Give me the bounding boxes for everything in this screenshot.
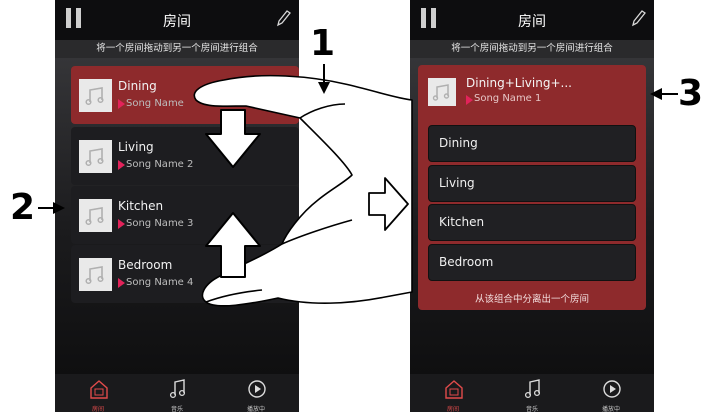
- play-indicator-icon: [118, 278, 125, 288]
- tab-now-playing[interactable]: 播放中: [221, 374, 291, 412]
- play-indicator-icon: [118, 160, 125, 170]
- song-name: Song Name: [126, 98, 184, 109]
- song-name: Song Name 1: [474, 93, 542, 104]
- separate-room-hint: 从该组合中分离出一个房间: [474, 294, 589, 305]
- page-title: 房间: [163, 14, 191, 30]
- bottom-tab-bar: 房间 音乐 播放中: [55, 374, 299, 412]
- transition-arrow-icon: [368, 177, 409, 231]
- play-indicator-icon: [466, 95, 473, 105]
- callout-number-1: 1: [310, 23, 336, 64]
- header-bar: 房间: [55, 0, 299, 40]
- room-card-dining[interactable]: Dining Song Name: [71, 66, 299, 124]
- song-name: Song Name 3: [126, 218, 194, 229]
- tab-label: 播放中: [246, 406, 265, 412]
- tab-now-playing[interactable]: 播放中: [576, 374, 646, 412]
- room-name: Bedroom: [118, 258, 173, 272]
- group-name: Dining+Living+...: [466, 76, 572, 90]
- callout-1-arrow-icon: [318, 64, 330, 94]
- tab-label: 房间: [91, 406, 104, 412]
- room-name: Dining: [118, 79, 157, 93]
- group-member-bedroom[interactable]: Bedroom: [428, 244, 636, 281]
- tab-rooms[interactable]: 房间: [63, 374, 133, 412]
- header-bar: 房间: [410, 0, 654, 40]
- song-name: Song Name 2: [126, 159, 194, 170]
- phone-screen-before: 房间 将一个房间拖动到另一个房间进行组合 Dining Song Name Li…: [55, 0, 299, 412]
- page-title: 房间: [518, 14, 546, 30]
- music-note-icon: [79, 258, 112, 291]
- room-card-bedroom[interactable]: Bedroom Song Name 4: [71, 245, 299, 303]
- music-note-icon: [524, 379, 541, 399]
- tab-music[interactable]: 音乐: [142, 374, 212, 412]
- room-name: Kitchen: [118, 199, 164, 213]
- group-member-living[interactable]: Living: [428, 165, 636, 202]
- room-list: Dining+Living+... Song Name 1 Dining Liv…: [410, 58, 654, 374]
- play-indicator-icon: [118, 219, 125, 229]
- callout-number-2: 2: [10, 187, 36, 228]
- play-indicator-icon: [118, 99, 125, 109]
- tab-rooms[interactable]: 房间: [418, 374, 488, 412]
- room-list: Dining Song Name Living Song Name 2 Kitc…: [55, 58, 299, 374]
- tab-music[interactable]: 音乐: [497, 374, 567, 412]
- song-name: Song Name 4: [126, 277, 194, 288]
- tab-label: 房间: [446, 406, 459, 412]
- play-circle-icon: [603, 380, 621, 398]
- phone-screen-after: 房间 将一个房间拖动到另一个房间进行组合 Dining+Living+... S…: [410, 0, 654, 412]
- music-note-icon: [79, 199, 112, 232]
- pencil-icon[interactable]: [630, 8, 646, 28]
- home-icon: [445, 380, 463, 399]
- music-note-icon: [79, 140, 112, 173]
- room-card-living[interactable]: Living Song Name 2: [71, 127, 299, 185]
- room-group-card[interactable]: Dining+Living+... Song Name 1 Dining Liv…: [418, 65, 646, 310]
- room-card-kitchen[interactable]: Kitchen Song Name 3: [71, 186, 299, 244]
- tab-label: 音乐: [525, 406, 538, 412]
- home-icon: [90, 380, 108, 399]
- room-name: Living: [118, 140, 154, 154]
- bottom-tab-bar: 房间 音乐 播放中: [410, 374, 654, 412]
- drag-hint: 将一个房间拖动到另一个房间进行组合: [410, 40, 654, 58]
- music-note-icon: [169, 379, 186, 399]
- music-note-icon: [79, 79, 112, 112]
- tab-label: 播放中: [601, 406, 620, 412]
- drag-hint: 将一个房间拖动到另一个房间进行组合: [55, 40, 299, 58]
- group-member-dining[interactable]: Dining: [428, 125, 636, 162]
- group-member-kitchen[interactable]: Kitchen: [428, 204, 636, 241]
- pencil-icon[interactable]: [275, 8, 291, 28]
- music-note-icon: [428, 78, 456, 106]
- play-circle-icon: [248, 380, 266, 398]
- callout-3-arrow-icon: [650, 88, 678, 100]
- tab-label: 音乐: [170, 406, 183, 412]
- callout-number-3: 3: [678, 73, 702, 114]
